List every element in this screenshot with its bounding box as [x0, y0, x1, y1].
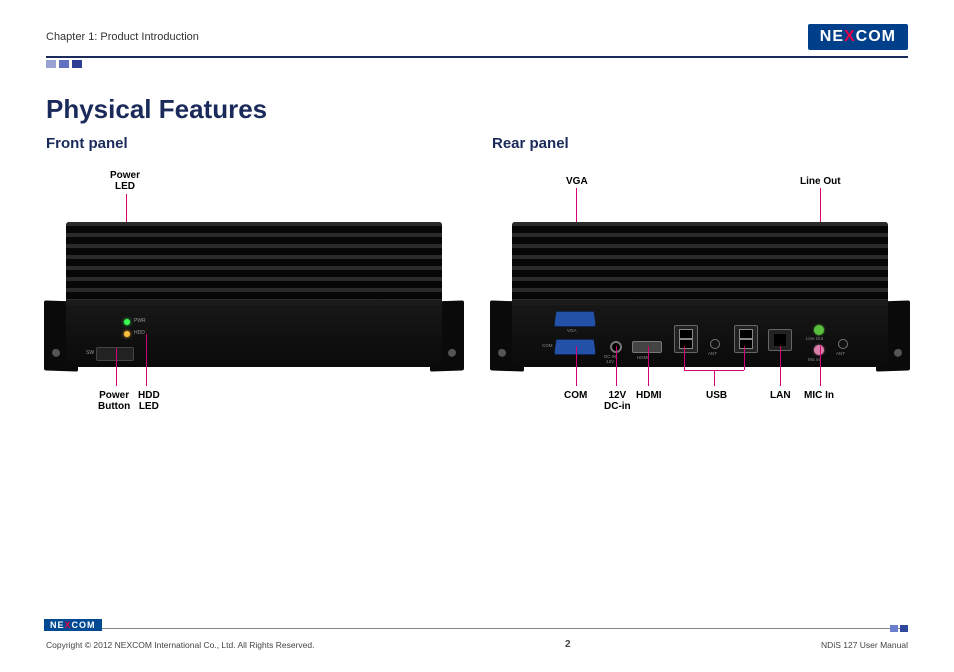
usb-stack-icon: [734, 325, 758, 353]
front-panel-figure: Power LED PWR HDD SW: [46, 170, 462, 440]
front-panel-title: Front panel: [46, 135, 462, 152]
silk-pwr: PWR: [134, 318, 146, 324]
callout-line: [648, 346, 649, 386]
silk-sw: SW: [86, 350, 94, 356]
callout-line: [576, 346, 577, 386]
logo-part-ne: NE: [820, 28, 844, 46]
silk-vga: VGA: [567, 328, 577, 333]
copyright-text: Copyright © 2012 NEXCOM International Co…: [46, 640, 314, 650]
page-number: 2: [565, 639, 571, 650]
hdd-led-icon: [124, 331, 130, 337]
silk-dcin: DC IN 12V: [604, 355, 616, 364]
antenna-connector-icon: [838, 339, 848, 349]
footer-decor: [890, 625, 908, 632]
heatsink-fins: [66, 222, 442, 300]
logo-part-x: X: [844, 28, 856, 46]
rear-face: VGA COM DC IN 12V HDMI ANT: [512, 305, 888, 367]
callout-line: [616, 346, 617, 386]
footer-logo-ne: NE: [50, 620, 65, 630]
header-rule: [46, 56, 908, 68]
page-footer: NEXCOM Copyright © 2012 NEXCOM Internati…: [46, 623, 908, 650]
callout-com: COM: [564, 390, 587, 401]
power-led-icon: [124, 319, 130, 325]
silk-ant-2: ANT: [836, 351, 845, 356]
line-out-jack-icon: [814, 325, 824, 335]
silk-micin: Mic In: [808, 357, 820, 362]
silk-ant-1: ANT: [708, 351, 717, 356]
callout-hdd-led: HDD LED: [138, 390, 160, 412]
heatsink-fins: [512, 222, 888, 300]
power-button-icon: [96, 347, 134, 361]
callout-hdmi: HDMI: [636, 390, 662, 401]
vga-port-icon: [554, 311, 596, 327]
callout-power-led: Power LED: [110, 170, 140, 192]
callout-line-out: Line Out: [800, 176, 841, 187]
logo-part-com: COM: [856, 28, 896, 46]
antenna-connector-icon: [710, 339, 720, 349]
callout-usb: USB: [706, 390, 727, 401]
callout-dcin: 12V DC-in: [604, 390, 631, 412]
callout-line: [714, 370, 715, 386]
callout-vga: VGA: [566, 176, 588, 187]
mic-in-jack-icon: [814, 345, 824, 355]
silk-hdmi: HDMI: [637, 355, 649, 360]
hdmi-port-icon: [632, 341, 662, 353]
callout-line: [116, 348, 117, 386]
silk-com: COM: [542, 343, 553, 348]
silk-lineout: Line Out: [806, 336, 823, 341]
decor-square: [72, 60, 82, 68]
device-front: PWR HDD SW: [66, 222, 442, 367]
chapter-title: Chapter 1: Product Introduction: [46, 31, 199, 43]
header-row: Chapter 1: Product Introduction NEXCOM: [46, 24, 908, 50]
silk-hdd: HDD: [134, 330, 145, 336]
decor-square: [46, 60, 56, 68]
callout-line: [744, 346, 745, 370]
callout-power-button: Power Button: [98, 390, 130, 412]
rear-panel-figure: VGA Line Out VGA COM: [492, 170, 908, 440]
usb-stack-icon: [674, 325, 698, 353]
footer-logo-com: COM: [72, 620, 96, 630]
rear-panel-title: Rear panel: [492, 135, 908, 152]
footer-logo: NEXCOM: [44, 619, 102, 631]
device-rear: VGA COM DC IN 12V HDMI ANT: [512, 222, 888, 367]
section-title: Physical Features: [46, 94, 908, 125]
callout-mic-in: MIC In: [804, 390, 834, 401]
com-port-icon: [554, 339, 596, 355]
front-face: PWR HDD SW: [66, 305, 442, 367]
callout-line: [146, 334, 147, 386]
footer-logo-x: X: [65, 620, 72, 630]
brand-logo: NEXCOM: [808, 24, 908, 50]
callout-line: [780, 346, 781, 386]
front-panel-block: Front panel Power LED PWR HDD: [46, 135, 462, 440]
doc-title: NDiS 127 User Manual: [821, 640, 908, 650]
callout-line: [820, 346, 821, 386]
callout-lan: LAN: [770, 390, 791, 401]
callout-line: [684, 346, 685, 370]
rear-panel-block: Rear panel VGA Line Out VGA: [492, 135, 908, 440]
decor-square: [59, 60, 69, 68]
